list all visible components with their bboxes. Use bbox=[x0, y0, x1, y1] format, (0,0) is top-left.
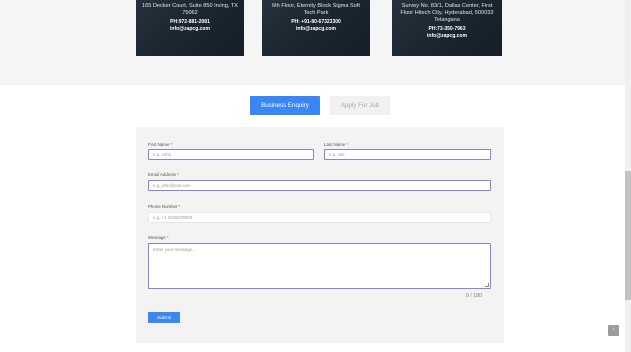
office-email[interactable]: info@zapcg.com bbox=[268, 26, 364, 33]
character-counter: 0 / 180 bbox=[466, 293, 482, 299]
last-name-label: Last Name* bbox=[324, 142, 348, 147]
first-name-label: First Name* bbox=[148, 142, 173, 147]
scrollbar[interactable] bbox=[625, 0, 631, 352]
office-card-bangalore: 6th Floor, Eternity Block Sigma Soft Tec… bbox=[262, 0, 370, 56]
office-phone: PH:972-881-2081 bbox=[170, 19, 210, 25]
office-phone: PH:73-350-7963 bbox=[428, 26, 466, 32]
last-name-input[interactable]: e.g. Joe bbox=[324, 149, 491, 160]
back-to-top-button[interactable]: ↑ bbox=[608, 325, 619, 336]
office-email[interactable]: info@zapcg.com bbox=[142, 26, 238, 33]
office-phone: PH: +91-80-67323300 bbox=[291, 19, 341, 25]
tab-apply-for-job[interactable]: Apply For Job bbox=[330, 96, 390, 115]
office-card-hyderabad: Survey No. 83/1, Dallas Center, First Fl… bbox=[392, 0, 502, 56]
message-label: Message* bbox=[148, 235, 169, 240]
email-input[interactable]: e.g. john@site.com bbox=[148, 180, 491, 191]
first-name-input[interactable]: e.g. John bbox=[148, 149, 314, 160]
scrollbar-thumb[interactable] bbox=[625, 171, 631, 300]
submit-button[interactable]: Submit bbox=[148, 312, 180, 323]
enquiry-form: First Name* e.g. John Last Name* e.g. Jo… bbox=[136, 127, 504, 343]
resize-handle-icon[interactable] bbox=[485, 283, 489, 287]
tab-business-enquiry[interactable]: Business Enquiry bbox=[250, 96, 320, 115]
office-address: 6th Floor, Eternity Block Sigma Soft Tec… bbox=[272, 3, 360, 16]
message-textarea[interactable]: Enter your message... bbox=[148, 243, 491, 289]
phone-input[interactable]: e.g. +1 2345678900 bbox=[148, 212, 491, 223]
office-address: Survey No. 83/1, Dallas Center, First Fl… bbox=[400, 3, 494, 23]
phone-label: Phone Number* bbox=[148, 204, 181, 209]
office-address: 165 Decker Court, Suite 850 Irving, TX 7… bbox=[142, 3, 238, 16]
message-placeholder: Enter your message... bbox=[153, 247, 196, 252]
office-cards-section: 165 Decker Court, Suite 850 Irving, TX 7… bbox=[0, 0, 625, 85]
arrow-up-icon: ↑ bbox=[612, 327, 615, 333]
office-card-irving: 165 Decker Court, Suite 850 Irving, TX 7… bbox=[136, 0, 244, 56]
office-email[interactable]: info@zapcg.com bbox=[398, 33, 496, 40]
email-label: Email Address* bbox=[148, 172, 179, 177]
